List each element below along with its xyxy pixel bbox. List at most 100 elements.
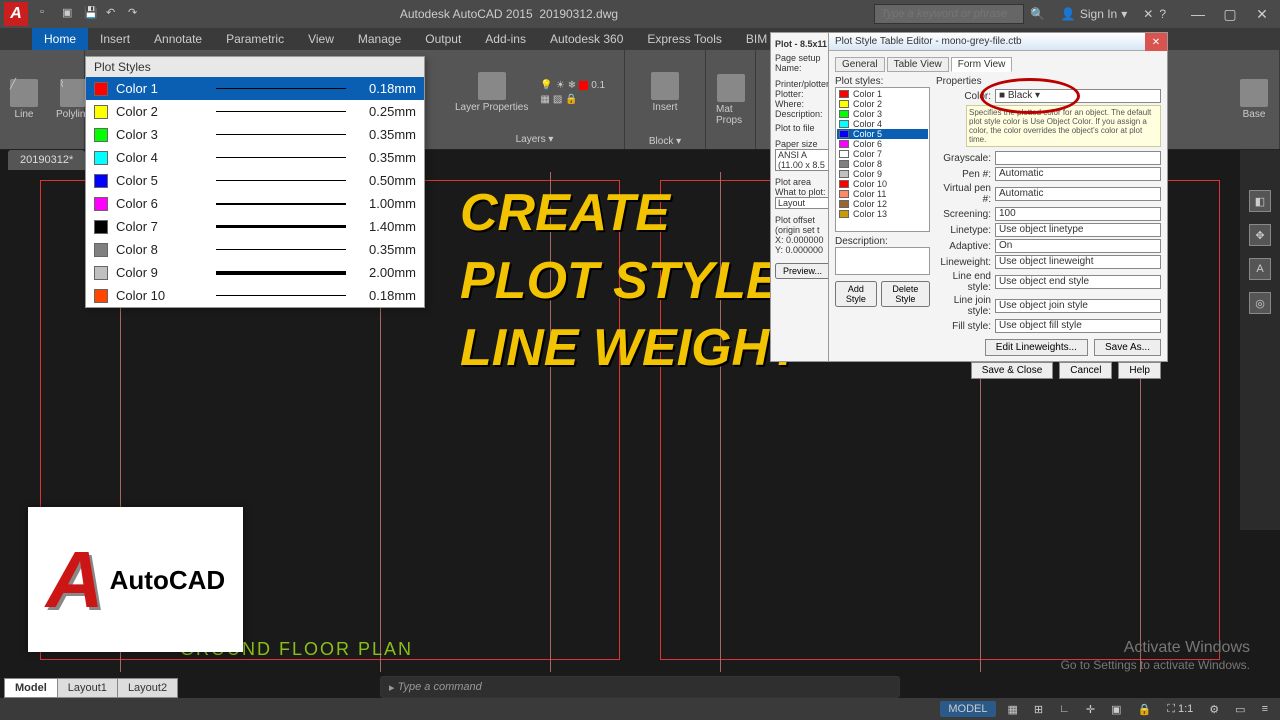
plot-style-row[interactable]: Color 2 0.25mm xyxy=(86,100,424,123)
layout-tab-layout1[interactable]: Layout1 xyxy=(57,678,118,698)
plot-style-row[interactable]: Color 8 0.35mm xyxy=(86,238,424,261)
layer-iso-icon[interactable]: ▦ xyxy=(540,94,549,105)
preview-button[interactable]: Preview... xyxy=(775,263,830,279)
ribbon-tab-insert[interactable]: Insert xyxy=(88,28,142,50)
customize-icon[interactable]: ≡ xyxy=(1258,703,1272,715)
color-list-item[interactable]: Color 4 xyxy=(837,119,928,129)
dialog-close-icon[interactable]: ✕ xyxy=(1145,33,1167,51)
base-button[interactable]: Base xyxy=(1234,75,1274,124)
color-list-item[interactable]: Color 5 xyxy=(837,129,928,139)
layer-off-icon[interactable]: ▨ xyxy=(553,94,562,105)
color-list-item[interactable]: Color 9 xyxy=(837,169,928,179)
color-list-item[interactable]: Color 3 xyxy=(837,109,928,119)
saveas-button[interactable]: Save As... xyxy=(1094,339,1161,356)
ribbon-tab-express-tools[interactable]: Express Tools xyxy=(635,28,733,50)
ribbon-tab-output[interactable]: Output xyxy=(413,28,473,50)
title-text: Autodesk AutoCAD 2015 20190312.dwg xyxy=(144,7,874,21)
plot-style-row[interactable]: Color 1 0.18mm xyxy=(86,77,424,100)
plot-style-row[interactable]: Color 6 1.00mm xyxy=(86,192,424,215)
color-list-item[interactable]: Color 10 xyxy=(837,179,928,189)
open-icon[interactable]: ▣ xyxy=(62,6,78,22)
undo-icon[interactable]: ↶ xyxy=(106,6,122,22)
freeze-icon[interactable]: ❄ xyxy=(568,80,576,91)
ribbon-tab-view[interactable]: View xyxy=(296,28,346,50)
editor-tab[interactable]: Table View xyxy=(887,57,949,72)
match-props-button[interactable]: Mat Props xyxy=(710,70,751,130)
layer-name[interactable]: 0.1 xyxy=(591,80,605,91)
ortho-icon[interactable]: ∟ xyxy=(1055,703,1074,715)
editor-tab[interactable]: General xyxy=(835,57,885,72)
color-list-item[interactable]: Color 6 xyxy=(837,139,928,149)
osnap-icon[interactable]: ▣ xyxy=(1107,703,1125,716)
color-name: Color 7 xyxy=(116,219,206,234)
polar-icon[interactable]: ✛ xyxy=(1082,703,1099,716)
plot-style-row[interactable]: Color 3 0.35mm xyxy=(86,123,424,146)
layout-tab-layout2[interactable]: Layout2 xyxy=(117,678,178,698)
redo-icon[interactable]: ↷ xyxy=(128,6,144,22)
color-name: Color 4 xyxy=(116,150,206,165)
signin-button[interactable]: 👤 Sign In ▾ xyxy=(1051,7,1137,21)
ribbon-tab-manage[interactable]: Manage xyxy=(346,28,413,50)
lock-icon[interactable]: 🔒 xyxy=(1134,703,1156,716)
save-close-button[interactable]: Save & Close xyxy=(971,362,1054,379)
plot-style-list[interactable]: Color 1Color 2Color 3Color 4Color 5Color… xyxy=(835,87,930,232)
command-line[interactable]: ▸ Type a command xyxy=(380,676,900,698)
color-list-item[interactable]: Color 8 xyxy=(837,159,928,169)
plot-style-row[interactable]: Color 9 2.00mm xyxy=(86,261,424,284)
nav-cube-icon[interactable]: ◧ xyxy=(1249,190,1271,212)
ribbon-tab-autodesk-360[interactable]: Autodesk 360 xyxy=(538,28,635,50)
ribbon-tab-home[interactable]: Home xyxy=(32,28,88,50)
layer-color-swatch[interactable] xyxy=(579,81,588,90)
delete-style-button[interactable]: Delete Style xyxy=(881,281,930,307)
document-tab[interactable]: 20190312* xyxy=(8,150,85,170)
color-list-item[interactable]: Color 11 xyxy=(837,189,928,199)
snap-icon[interactable]: ⊞ xyxy=(1030,703,1047,716)
gear-icon[interactable]: ⚙ xyxy=(1205,703,1223,716)
nav-pan-icon[interactable]: ✥ xyxy=(1249,224,1271,246)
layer-lock-icon[interactable]: 🔒 xyxy=(565,94,577,105)
nav-orbit-icon[interactable]: ◎ xyxy=(1249,292,1271,314)
plot-style-row[interactable]: Color 4 0.35mm xyxy=(86,146,424,169)
close-icon[interactable]: ✕ xyxy=(1248,4,1276,24)
line-tool[interactable]: ╱Line xyxy=(4,75,44,124)
ribbon-tab-annotate[interactable]: Annotate xyxy=(142,28,214,50)
color-list-item[interactable]: Color 1 xyxy=(837,89,928,99)
ribbon-tab-add-ins[interactable]: Add-ins xyxy=(473,28,538,50)
cancel-button[interactable]: Cancel xyxy=(1059,362,1112,379)
app-logo-icon[interactable]: A xyxy=(4,2,28,26)
panel-label-layers[interactable]: Layers ▾ xyxy=(449,132,620,147)
layout-tab-model[interactable]: Model xyxy=(4,678,58,698)
help-icon[interactable]: ? xyxy=(1159,7,1166,21)
grid-icon[interactable]: ▦ xyxy=(1004,703,1022,716)
nav-zoom-icon[interactable]: A xyxy=(1249,258,1271,280)
help-search-input[interactable] xyxy=(874,4,1024,24)
lineweight-value: 0.35mm xyxy=(356,127,416,142)
ribbon-tab-parametric[interactable]: Parametric xyxy=(214,28,296,50)
plot-area-dropdown[interactable]: Layout xyxy=(775,197,835,209)
help-button[interactable]: Help xyxy=(1118,362,1161,379)
color-list-item[interactable]: Color 2 xyxy=(837,99,928,109)
lightbulb-icon[interactable]: 💡 xyxy=(540,80,552,91)
minimize-icon[interactable]: — xyxy=(1184,4,1212,24)
plot-style-row[interactable]: Color 5 0.50mm xyxy=(86,169,424,192)
plot-style-row[interactable]: Color 7 1.40mm xyxy=(86,215,424,238)
anno-scale[interactable]: ⛶ 1:1 xyxy=(1163,703,1197,716)
add-style-button[interactable]: Add Style xyxy=(835,281,877,307)
color-list-item[interactable]: Color 13 xyxy=(837,209,928,219)
save-icon[interactable]: 💾 xyxy=(84,6,100,22)
plot-style-row[interactable]: Color 10 0.18mm xyxy=(86,284,424,307)
editor-tab[interactable]: Form View xyxy=(951,57,1013,72)
panel-label-block[interactable]: Block ▾ xyxy=(645,134,685,149)
model-space-button[interactable]: MODEL xyxy=(940,701,995,717)
new-icon[interactable]: ▫ xyxy=(40,6,56,22)
layer-properties-button[interactable]: Layer Properties xyxy=(449,68,534,117)
color-list-item[interactable]: Color 12 xyxy=(837,199,928,209)
color-list-item[interactable]: Color 7 xyxy=(837,149,928,159)
edit-lineweights-button[interactable]: Edit Lineweights... xyxy=(985,339,1088,356)
maximize-icon[interactable]: ▢ xyxy=(1216,4,1244,24)
clean-icon[interactable]: ▭ xyxy=(1231,703,1249,716)
search-icon[interactable]: 🔍 xyxy=(1030,7,1045,21)
insert-block-button[interactable]: Insert xyxy=(645,68,685,117)
sun-icon[interactable]: ☀ xyxy=(556,80,565,91)
exchange-icon[interactable]: ✕ xyxy=(1143,7,1153,21)
